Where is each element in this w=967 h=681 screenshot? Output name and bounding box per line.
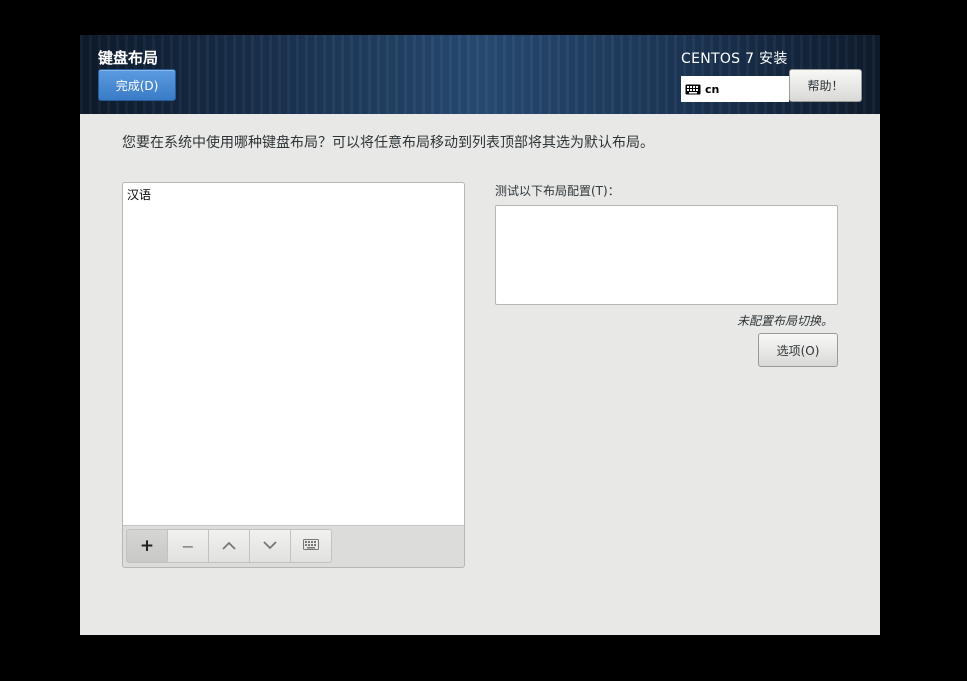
chevron-up-icon (222, 538, 236, 554)
options-button[interactable]: 选项(O) (758, 333, 838, 367)
add-layout-button[interactable]: + (126, 529, 168, 563)
test-layout-input[interactable] (495, 205, 838, 305)
move-up-button[interactable] (208, 529, 250, 563)
layout-switch-status: 未配置布局切换。 (736, 314, 833, 328)
remove-layout-button[interactable]: − (167, 529, 209, 563)
layout-list-panel: 汉语 + − (122, 182, 465, 568)
move-down-button[interactable] (249, 529, 291, 563)
page-title: 键盘布局 (98, 49, 159, 67)
keyboard-layout-indicator[interactable]: cn (681, 76, 789, 102)
product-title: CENTOS 7 安装 (681, 51, 788, 67)
instruction-text: 您要在系统中使用哪种键盘布局？可以将任意布局移动到列表顶部将其选为默认布局。 (122, 135, 654, 151)
done-button[interactable]: 完成(D) (98, 69, 176, 101)
layout-toolbar: + − (126, 529, 332, 565)
test-layout-label: 测试以下布局配置(T)： (495, 184, 620, 198)
keyboard-layout-code: cn (705, 82, 720, 96)
plus-icon: + (139, 536, 155, 556)
help-button[interactable]: 帮助！ (789, 69, 862, 102)
layout-list[interactable]: 汉语 (123, 183, 464, 526)
chevron-down-icon (263, 538, 277, 554)
keyboard-icon (303, 538, 319, 554)
list-item[interactable]: 汉语 (127, 186, 151, 203)
keyboard-icon (685, 80, 701, 99)
header-bar: 键盘布局 完成(D) CENTOS 7 安装 cn 帮助！ (80, 35, 880, 114)
preview-layout-button[interactable] (290, 529, 332, 563)
installer-window: 键盘布局 完成(D) CENTOS 7 安装 cn 帮助！ 您要在系统中使用哪种… (80, 35, 880, 635)
minus-icon: − (181, 536, 195, 556)
